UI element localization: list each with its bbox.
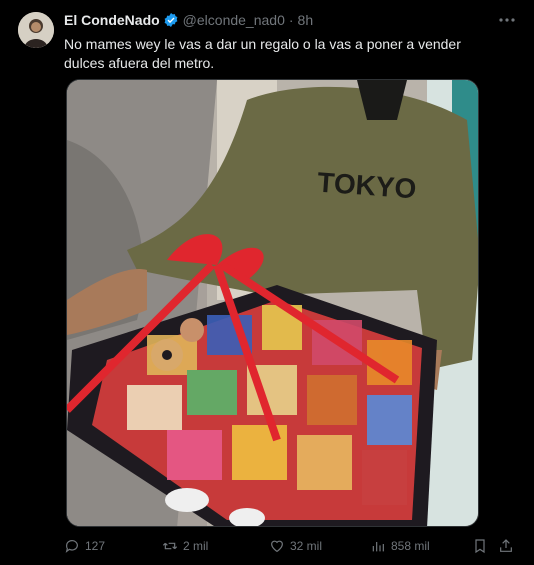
avatar-icon [18,12,54,48]
author-name[interactable]: El CondeNado [64,12,160,28]
media-photo: TOKYO [67,80,478,526]
tweet-text: No mames wey le vas a dar un regalo o la… [64,36,461,71]
verified-badge-icon [164,13,178,27]
like-button[interactable]: 32 mil [269,538,322,554]
reply-button[interactable]: 127 [64,538,105,554]
author-handle[interactable]: @elconde_nad0 [183,12,285,28]
bookmark-button[interactable] [472,538,493,554]
share-button[interactable] [498,538,519,554]
avatar[interactable] [18,12,54,48]
tweet-time[interactable]: 8h [298,12,314,28]
retweet-count: 2 mil [183,539,209,553]
retweet-icon [162,542,178,550]
view-count: 858 mil [391,539,430,553]
views-button[interactable]: 858 mil [370,538,430,554]
tweet-card[interactable]: El CondeNado @elconde_nad0 · 8h No mames… [0,0,534,565]
bookmark-icon [475,539,485,554]
time-separator: · [288,12,294,28]
tweet-header: El CondeNado @elconde_nad0 · 8h [64,12,313,28]
views-chart-icon [372,542,384,552]
tweet-media[interactable]: TOKYO [66,79,479,527]
action-bar: 127 2 mil 32 mil 858 mil [64,538,520,558]
reply-icon [65,540,78,553]
more-options-icon[interactable] [496,12,518,28]
share-icon [500,539,512,552]
heart-icon [271,540,283,553]
retweet-button[interactable]: 2 mil [162,538,208,554]
reply-count: 127 [85,539,106,553]
like-count: 32 mil [290,539,323,553]
